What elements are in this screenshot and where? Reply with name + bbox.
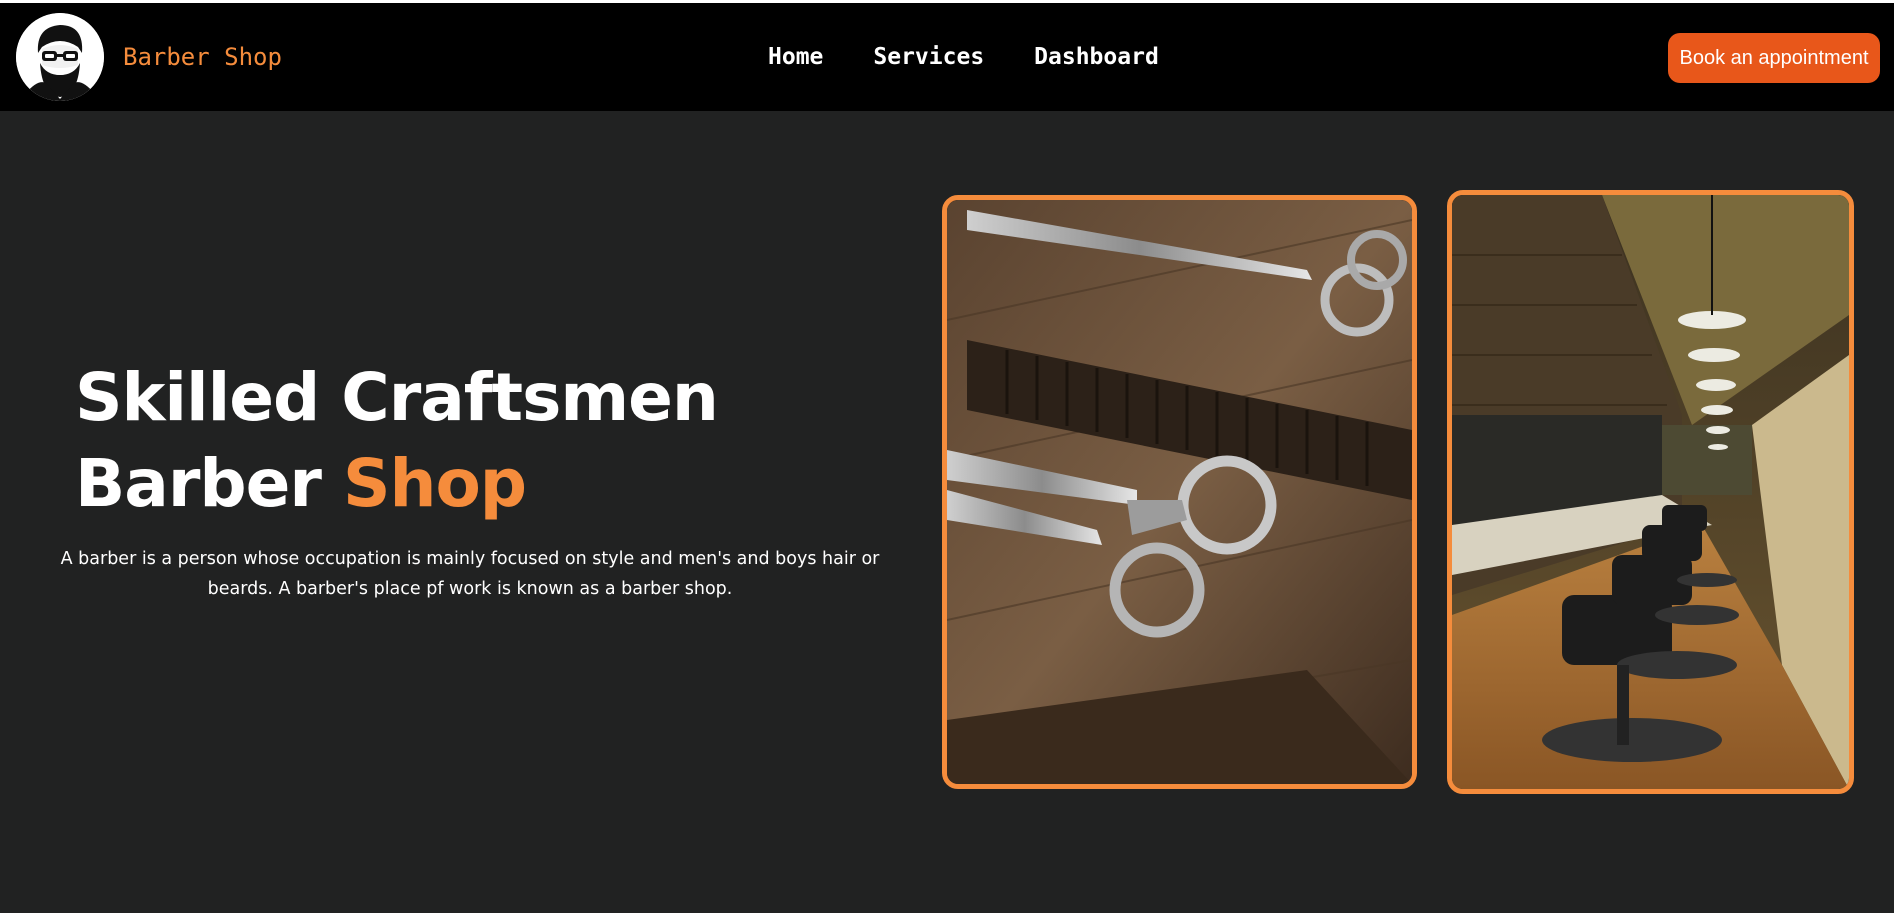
- hero-title: Skilled Craftsmen Barber Shop: [75, 355, 719, 527]
- barbershop-interior-photo-icon: [1452, 195, 1849, 789]
- brand-name[interactable]: Barber Shop: [123, 43, 282, 71]
- hero-title-line1: Skilled Craftsmen: [75, 359, 719, 436]
- nav-dashboard-link[interactable]: Dashboard: [1034, 44, 1159, 70]
- page: Barber Shop Home Services Dashboard Book…: [0, 0, 1894, 916]
- scissors-and-comb-photo-icon: [947, 200, 1412, 784]
- hero-description: A barber is a person whose occupation is…: [60, 549, 880, 599]
- hero-title-accent: Shop: [342, 445, 527, 522]
- interior-photo-card: [1447, 190, 1854, 794]
- bearded-man-logo-icon[interactable]: [16, 13, 104, 101]
- navbar: Barber Shop Home Services Dashboard Book…: [0, 3, 1894, 111]
- nav-services-link[interactable]: Services: [873, 44, 984, 70]
- hero-title-word: Barber: [75, 445, 322, 522]
- nav-home-link[interactable]: Home: [768, 44, 823, 70]
- scissors-photo-card: [942, 195, 1417, 789]
- book-appointment-button[interactable]: Book an appointment: [1668, 33, 1880, 83]
- nav-links: Home Services Dashboard: [768, 44, 1159, 70]
